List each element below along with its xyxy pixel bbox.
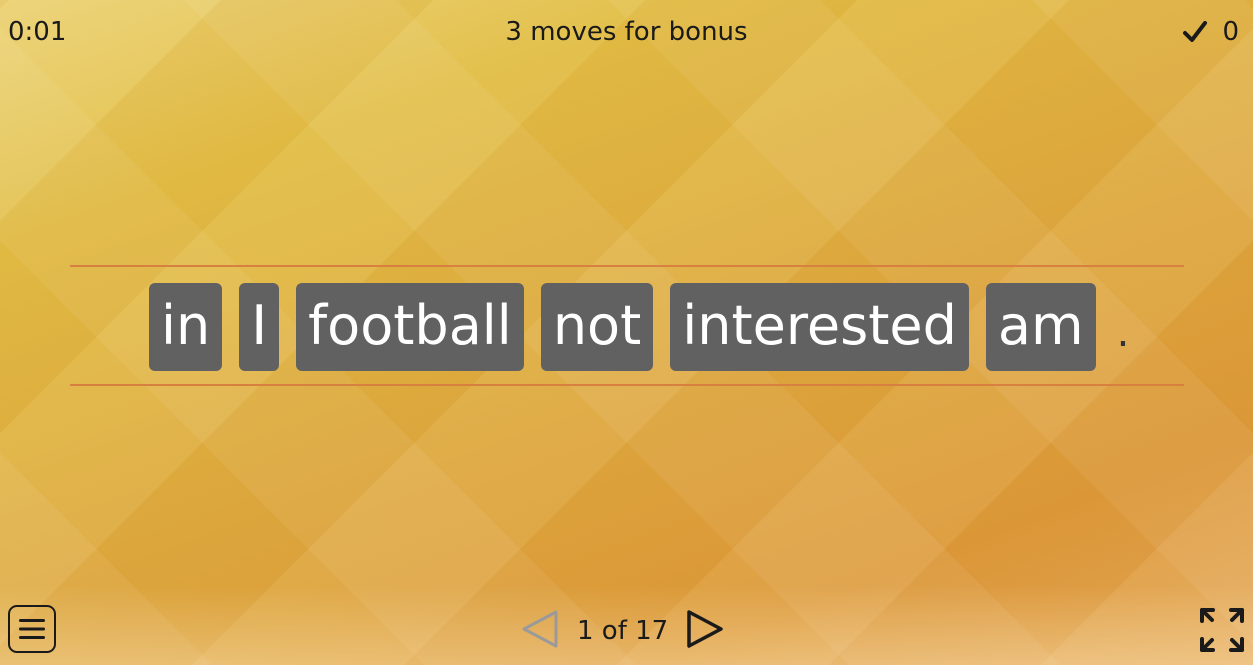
word-tile[interactable]: am	[985, 283, 1096, 371]
prev-button[interactable]	[519, 608, 561, 654]
check-icon	[1182, 19, 1208, 45]
page-indicator: 1 of 17	[577, 616, 669, 646]
sentence-top-rule	[70, 265, 1184, 267]
triangle-left-icon	[522, 610, 558, 648]
sentence-punctuation: .	[1116, 310, 1130, 356]
word-tile[interactable]: football	[296, 283, 524, 371]
triangle-right-icon	[687, 610, 723, 648]
fullscreen-button[interactable]	[1199, 607, 1245, 653]
word-tile[interactable]: interested	[670, 283, 969, 371]
score-value: 0	[1222, 17, 1239, 47]
menu-icon	[19, 619, 45, 639]
sentence-bottom-rule	[70, 384, 1184, 386]
pager: 1 of 17	[519, 609, 726, 653]
score: 0	[1182, 16, 1239, 48]
menu-button[interactable]	[8, 605, 56, 653]
bonus-text: 3 moves for bonus	[505, 17, 748, 47]
fullscreen-icon	[1200, 608, 1244, 652]
next-button[interactable]	[684, 608, 726, 654]
word-tile[interactable]: in	[149, 283, 223, 371]
word-tiles: in I football not interested am .	[149, 283, 1129, 371]
word-tile[interactable]: not	[540, 283, 654, 371]
word-tile[interactable]: I	[239, 283, 280, 371]
